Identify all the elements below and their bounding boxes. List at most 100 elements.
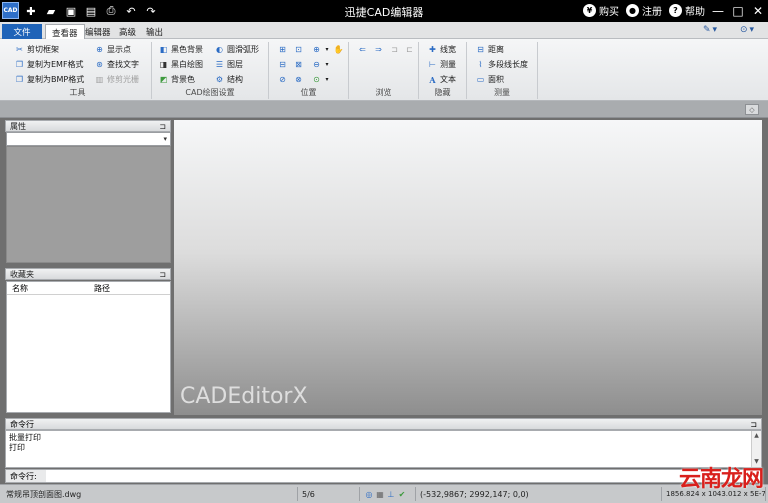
buy-button[interactable]: ¥ 购买 xyxy=(583,3,619,18)
lineweight-button[interactable]: ✚ 线宽 xyxy=(427,43,456,56)
cut-frame-button[interactable]: ✂ 剪切框架 xyxy=(14,43,59,56)
tab-advanced[interactable]: 高级 xyxy=(113,24,142,39)
pin-icon[interactable]: ⊐ xyxy=(750,420,757,429)
grid-icon[interactable]: ▦ xyxy=(375,489,385,499)
copy-emf-button[interactable]: ❐ 复制为EMF格式 xyxy=(14,58,84,71)
group-measure: ⊟ 距离 ⌇ 多段线长度 ▭ 面积 测量 xyxy=(467,42,538,99)
register-button[interactable]: ● 注册 xyxy=(626,3,662,18)
command-title: 命令行 xyxy=(10,419,34,429)
tab-editor[interactable]: 编辑器 xyxy=(79,24,117,39)
find-text-icon: ⊛ xyxy=(96,59,103,69)
pin-icon[interactable]: ⊐ xyxy=(159,122,166,131)
zoom-previous-button[interactable]: ⊟ xyxy=(277,58,288,71)
next-page-button[interactable]: ⊏ xyxy=(404,43,415,56)
chevron-down-icon: ▾ xyxy=(749,25,755,35)
polar-icon[interactable]: ✔ xyxy=(397,489,407,499)
layers-button[interactable]: ☰ 图层 xyxy=(214,58,243,71)
properties-grid xyxy=(6,146,171,263)
open-folder-icon[interactable]: ▰ xyxy=(44,3,58,19)
back-button[interactable]: ⇐ xyxy=(357,43,368,56)
rotate-button[interactable]: ⊘ xyxy=(277,73,288,86)
structure-button[interactable]: ⚙ 结构 xyxy=(214,73,243,86)
column-header-name[interactable]: 名称 xyxy=(7,282,89,294)
print-icon[interactable]: ⎙ xyxy=(104,3,118,19)
document-tab-strip: ◇ xyxy=(0,101,768,118)
show-points-label: 显示点 xyxy=(107,45,131,54)
arrow-left-icon: ⇐ xyxy=(359,44,366,54)
prev-page-button[interactable]: ⊐ xyxy=(389,43,400,56)
undo-icon[interactable]: ↶ xyxy=(124,3,138,19)
show-points-button[interactable]: ⊕ 显示点 xyxy=(94,43,131,56)
lineweight-icon: ✚ xyxy=(429,44,436,54)
status-bar: 常规吊顶剖面图.dwg 5/6 ◎ ▦ ⊥ ✔ (-532,9867; 2992… xyxy=(0,484,768,503)
group-label-measure: 测量 xyxy=(494,88,510,97)
maximize-button[interactable]: □ xyxy=(731,3,745,18)
dimensions-button[interactable]: ⊢ 测量 xyxy=(427,58,456,71)
distance-button[interactable]: ⊟ 距离 xyxy=(475,43,504,56)
background-color-label: 背景色 xyxy=(171,75,195,84)
forward-button[interactable]: ⇒ xyxy=(373,43,384,56)
command-panel-header: 命令行 ⊐ xyxy=(5,418,762,430)
zoom-in-button[interactable]: ⊕ ▾ xyxy=(311,43,330,56)
mirror-button[interactable]: ⊗ xyxy=(293,73,304,86)
group-cad-drawing-settings: ◧ 黑色背景 ◨ 黑白绘图 ◩ 背景色 ◐ 圆滑弧形 ☰ 图层 ⚙ 结构 CAD绘图设置 xyxy=(152,42,269,99)
zoom-fit-button[interactable]: ⊠ xyxy=(293,58,304,71)
crosshair-icon: ⊕ xyxy=(96,44,103,54)
black-white-button[interactable]: ◨ 黑白绘图 xyxy=(158,58,203,71)
command-history: 批量打印 打印 ▲ ▼ xyxy=(5,430,762,468)
tab-output[interactable]: 输出 xyxy=(140,24,169,39)
copy-bmp-button[interactable]: ❐ 复制为BMP格式 xyxy=(14,73,84,86)
black-background-icon: ◧ xyxy=(159,44,168,54)
status-coordinates: (-532,9867; 2992,147; 0,0) xyxy=(416,487,662,501)
style-dropdown[interactable]: ✎ ▾ xyxy=(703,25,717,35)
save-icon[interactable]: ▣ xyxy=(64,3,78,19)
new-icon[interactable]: ✚ xyxy=(24,3,38,19)
polyline-length-button[interactable]: ⌇ 多段线长度 xyxy=(475,58,528,71)
minimize-button[interactable]: — xyxy=(711,3,725,18)
layers-icon: ☰ xyxy=(215,59,224,69)
command-input[interactable] xyxy=(46,470,761,482)
zoom-window-button[interactable]: ⊞ xyxy=(277,43,288,56)
redo-icon[interactable]: ↷ xyxy=(144,3,158,19)
pan-button[interactable]: ✋ xyxy=(333,43,344,56)
text-toggle-button[interactable]: A 文本 xyxy=(427,73,456,86)
orbit-button[interactable]: ⊙ ▾ xyxy=(311,73,330,86)
snap-icon[interactable]: ◎ xyxy=(364,489,374,499)
group-hide: ✚ 线宽 ⊢ 测量 A 文本 隐藏 xyxy=(419,42,467,99)
command-log-line: 批量打印 xyxy=(9,433,41,442)
group-position: ⊞ ⊡ ⊕ ▾ ✋ ⊟ ⊠ ⊖ ▾ ⊘ ⊗ ⊙ ▾ 位置 xyxy=(269,42,349,99)
properties-object-select[interactable]: ▾ xyxy=(6,132,171,146)
about-dropdown[interactable]: ⊙ ▾ xyxy=(740,25,754,35)
text-icon: A xyxy=(429,74,436,85)
drawing-canvas[interactable]: CADEditorX xyxy=(174,120,762,415)
zoom-out-button[interactable]: ⊖ ▾ xyxy=(311,58,330,71)
strip-settings-icon[interactable]: ◇ xyxy=(745,104,759,115)
save-as-icon[interactable]: ▤ xyxy=(84,3,98,19)
favorites-title: 收藏夹 xyxy=(10,269,34,279)
register-label: 注册 xyxy=(642,7,662,18)
app-logo-icon[interactable]: CAD xyxy=(2,2,19,19)
trim-raster-button[interactable]: ▥ 修剪光栅 xyxy=(94,73,139,86)
column-header-path[interactable]: 路径 xyxy=(89,282,110,294)
group-label-hide: 隐藏 xyxy=(434,88,451,97)
properties-panel-header: 属性 ⊐ xyxy=(5,120,171,132)
group-browse: ⇐ ⇒ ⊐ ⊏ 浏览 xyxy=(349,42,419,99)
black-background-button[interactable]: ◧ 黑色背景 xyxy=(158,43,203,56)
chevron-down-icon: ▾ xyxy=(325,75,329,83)
help-button[interactable]: ? 帮助 xyxy=(669,3,705,18)
area-button[interactable]: ▭ 面积 xyxy=(475,73,504,86)
pin-icon[interactable]: ⊐ xyxy=(159,270,166,279)
area-label: 面积 xyxy=(488,75,504,84)
zoom-extents-button[interactable]: ⊡ xyxy=(293,43,304,56)
buy-label: 购买 xyxy=(599,7,619,18)
close-button[interactable]: ✕ xyxy=(751,3,765,18)
find-text-button[interactable]: ⊛ 查找文字 xyxy=(94,58,139,71)
smooth-arcs-button[interactable]: ◐ 圆滑弧形 xyxy=(214,43,259,56)
copy-bmp-label: 复制为BMP格式 xyxy=(27,75,85,84)
text-toggle-label: 文本 xyxy=(440,75,456,84)
zoom-extents-icon: ⊡ xyxy=(295,44,302,54)
ortho-icon[interactable]: ⊥ xyxy=(386,489,396,499)
copy-bmp-icon: ❐ xyxy=(15,74,24,84)
tab-file[interactable]: 文件 xyxy=(2,24,42,39)
background-color-button[interactable]: ◩ 背景色 xyxy=(158,73,195,86)
